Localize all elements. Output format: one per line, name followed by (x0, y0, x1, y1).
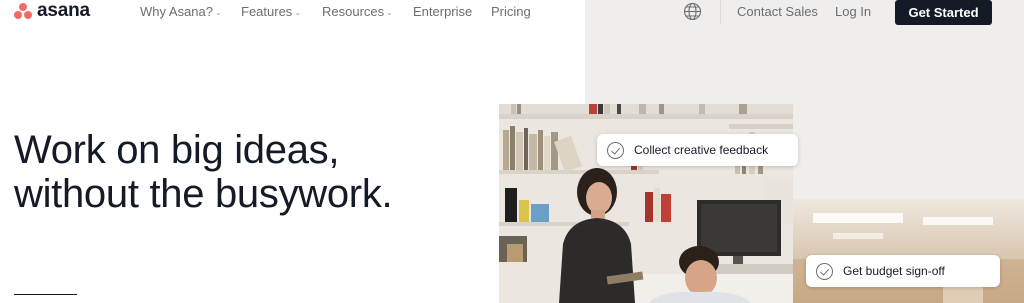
asana-logo[interactable]: asana (14, 1, 90, 21)
globe-icon[interactable] (683, 2, 702, 21)
nav-item-features[interactable]: Features ⌄ (241, 4, 301, 21)
headline-line-1: Work on big ideas, (14, 128, 340, 172)
nav-item-pricing[interactable]: Pricing (491, 4, 531, 19)
hero-underline (14, 294, 77, 295)
nav-item-label: Resources (322, 4, 385, 19)
contact-sales-link[interactable]: Contact Sales (737, 4, 818, 19)
nav-item-label: Why Asana? (140, 4, 213, 19)
chip-label: Get budget sign-off (843, 264, 945, 278)
nav-item-label: Features (241, 4, 293, 19)
chevron-down-icon: ⌄ (386, 8, 393, 17)
hero-photo-meeting (793, 199, 1024, 303)
check-circle-icon (816, 262, 833, 280)
task-chip-budget-signoff: Get budget sign-off (806, 255, 1000, 287)
nav-item-label: Pricing (491, 4, 531, 19)
nav-divider (720, 0, 721, 24)
task-chip-collect-feedback: Collect creative feedback (597, 134, 798, 166)
chip-label: Collect creative feedback (634, 143, 769, 157)
top-navigation: asana Why Asana? ⌄ Features ⌄ Resources ⌄ E… (0, 0, 1024, 25)
asana-logo-icon (14, 2, 33, 20)
hero-headline: Work on big ideas, without the busywork. (14, 128, 393, 216)
nav-item-why-asana[interactable]: Why Asana? ⌄ (140, 4, 222, 21)
nav-item-enterprise[interactable]: Enterprise (413, 4, 472, 19)
logo-wordmark: asana (37, 0, 90, 21)
check-circle-icon (607, 141, 624, 159)
log-in-link[interactable]: Log In (835, 4, 871, 19)
nav-item-resources[interactable]: Resources ⌄ (322, 4, 393, 21)
nav-item-label: Enterprise (413, 4, 473, 19)
headline-line-2: without the busywork. (14, 172, 393, 216)
chevron-down-icon: ⌄ (294, 8, 302, 17)
chevron-down-icon: ⌄ (215, 8, 222, 17)
get-started-button[interactable]: Get Started (895, 0, 992, 25)
